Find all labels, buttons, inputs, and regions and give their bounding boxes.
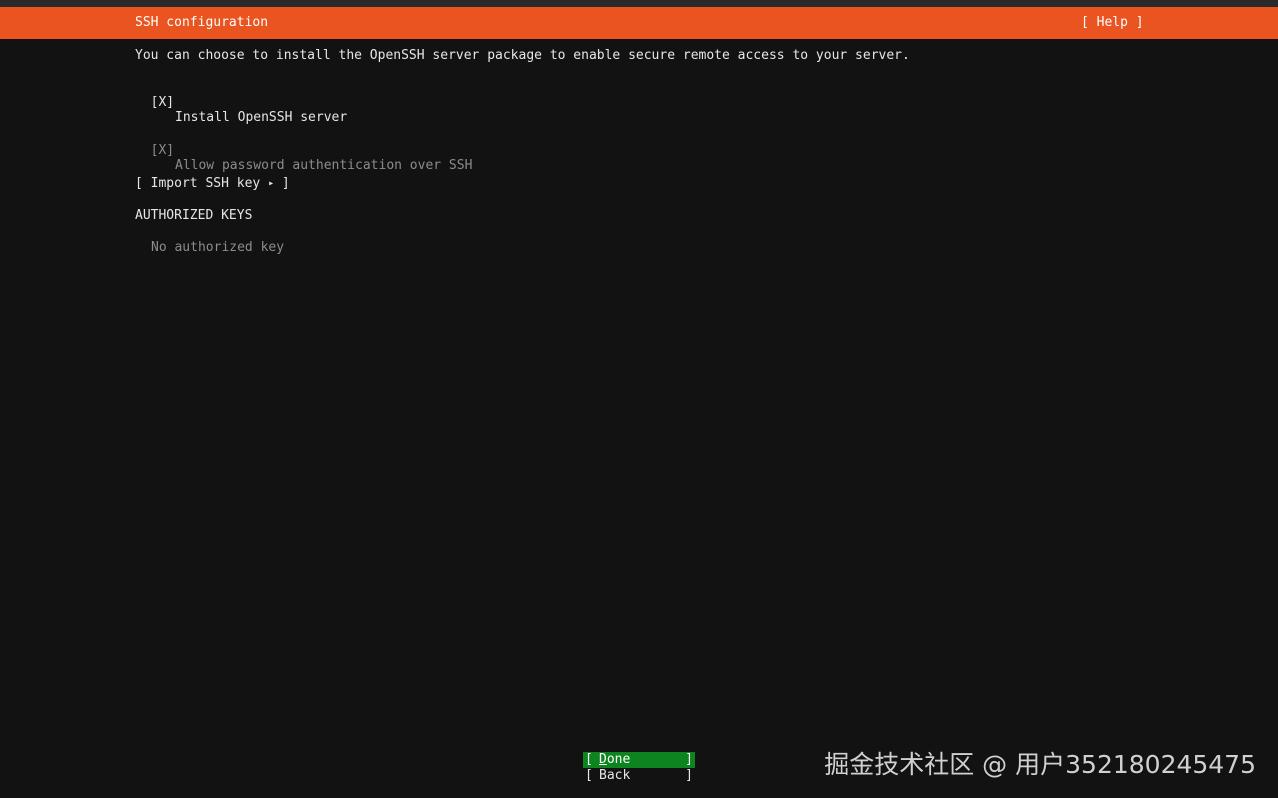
password-auth-checkbox: [X] — [150, 143, 175, 158]
no-authorized-key-text: No authorized key — [151, 240, 285, 255]
done-bracket-right: ] — [685, 752, 693, 767]
authorized-keys-heading: AUTHORIZED KEYS — [135, 208, 253, 223]
done-label: Done — [599, 752, 631, 767]
play-arrow-icon: ▸ — [268, 178, 275, 189]
import-ssh-key-button[interactable]: [ Import SSH key ▸ ] — [135, 176, 290, 191]
password-auth-option: [X] Allow password authentication over S… — [135, 128, 473, 173]
header-bar: SSH configuration [ Help ] — [0, 7, 1278, 39]
top-strip — [0, 0, 1278, 7]
page-title: SSH configuration — [135, 15, 269, 30]
install-openssh-label: Install OpenSSH server — [175, 110, 348, 125]
install-openssh-option[interactable]: [X] Install OpenSSH server — [135, 80, 348, 125]
back-bracket-right: ] — [685, 768, 693, 783]
back-button[interactable]: [ Back ] — [583, 768, 695, 784]
help-button[interactable]: [ Help ] — [1081, 15, 1144, 30]
done-button[interactable]: [ Done ] — [583, 752, 695, 768]
done-bracket-left: [ — [585, 752, 593, 767]
import-ssh-key-label: [ Import SSH key — [135, 176, 261, 191]
intro-text: You can choose to install the OpenSSH se… — [135, 48, 910, 63]
watermark: 掘金技术社区 @ 用户352180245475 — [824, 750, 1256, 779]
import-bracket-close: ] — [281, 176, 290, 191]
back-bracket-left: [ — [585, 768, 593, 783]
back-label: Back — [599, 768, 631, 783]
install-openssh-checkbox[interactable]: [X] — [151, 95, 174, 110]
password-auth-label: Allow password authentication over SSH — [175, 158, 473, 173]
